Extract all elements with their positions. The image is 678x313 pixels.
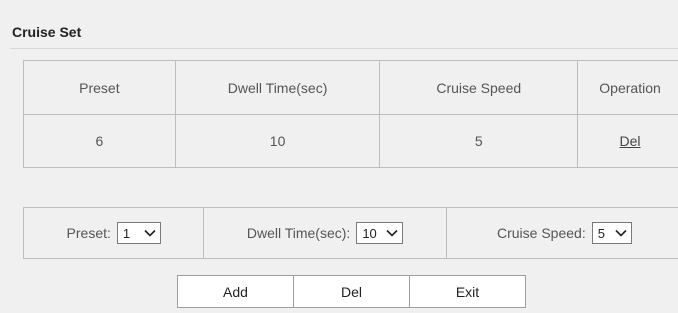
preset-select[interactable]: 1	[116, 222, 161, 244]
add-cruise-form: Preset: 1 Dwell Time(sec): 10 Cruise Spe…	[23, 207, 678, 259]
add-button[interactable]: Add	[177, 275, 294, 308]
cruise-speed-control: Cruise Speed: 5	[447, 208, 678, 258]
column-header-operation: Operation	[577, 60, 678, 115]
preset-select-value: 1	[122, 225, 131, 241]
row-delete-link[interactable]: Del	[620, 133, 641, 149]
preset-control: Preset: 1	[24, 208, 205, 258]
chevron-down-icon	[386, 229, 398, 237]
dwell-time-label: Dwell Time(sec):	[246, 225, 351, 241]
cell-operation: Del	[577, 114, 678, 168]
dwell-time-select-value: 10	[362, 225, 377, 241]
dwell-time-control: Dwell Time(sec): 10	[204, 208, 447, 258]
title-divider	[10, 48, 678, 49]
table-header-row: Preset Dwell Time(sec) Cruise Speed Oper…	[23, 60, 678, 115]
panel-title: Cruise Set	[12, 24, 82, 40]
preset-label: Preset:	[66, 225, 111, 241]
cell-preset: 6	[23, 114, 176, 168]
dwell-time-select[interactable]: 10	[356, 222, 404, 244]
cruise-table: Preset Dwell Time(sec) Cruise Speed Oper…	[23, 60, 678, 168]
table-row: 6 10 5 Del	[23, 114, 678, 168]
cruise-speed-select-value: 5	[597, 225, 605, 241]
cruise-speed-select[interactable]: 5	[591, 222, 632, 244]
exit-button[interactable]: Exit	[409, 275, 526, 308]
column-header-preset: Preset	[23, 60, 176, 115]
cell-cruise-speed: 5	[379, 114, 579, 168]
del-button[interactable]: Del	[293, 275, 410, 308]
cruise-speed-label: Cruise Speed:	[497, 225, 586, 241]
chevron-down-icon	[615, 229, 627, 237]
column-header-dwell-time: Dwell Time(sec)	[174, 60, 381, 115]
cell-dwell-time: 10	[174, 114, 381, 168]
chevron-down-icon	[144, 229, 156, 237]
column-header-cruise-speed: Cruise Speed	[379, 60, 579, 115]
action-buttons: Add Del Exit	[177, 275, 526, 308]
